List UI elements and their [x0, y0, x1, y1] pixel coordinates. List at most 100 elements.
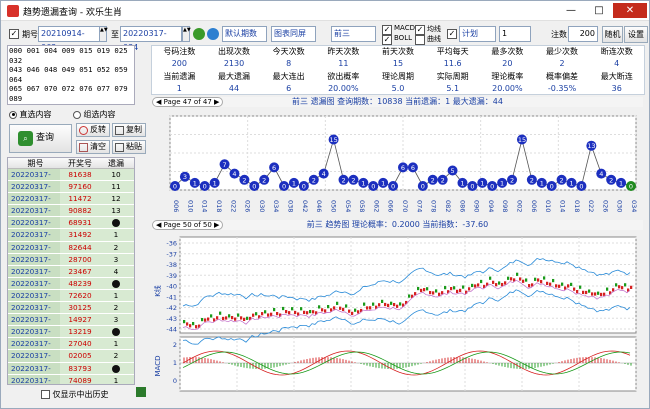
stat-cell: 实际周期 [436, 71, 469, 81]
history-row[interactable]: 20220317-018 97160 11 [8, 181, 134, 203]
stat-cell: 出现次数 [218, 47, 250, 56]
paste-button[interactable]: 粘贴 [112, 140, 146, 154]
minimize-button[interactable]: — [559, 3, 583, 18]
number-row: 090 092 093 097 100 101 102 104 [9, 104, 134, 105]
history-row[interactable]: 20220317-025 23467 4 [8, 265, 134, 288]
history-row[interactable]: 20220317-032 02005 2 [8, 350, 134, 372]
candle [204, 318, 207, 322]
x-tick-label: 002 [516, 200, 524, 212]
macd-tick-label: 2 [173, 341, 177, 349]
history-row[interactable]: 20220317-024 28700 3 [8, 253, 134, 276]
only-history-option[interactable]: 仅显示中出历史 [41, 389, 109, 400]
candle [219, 311, 222, 315]
copy-button[interactable]: 复制 [112, 123, 146, 137]
prev-icon[interactable] [193, 28, 205, 40]
curve-checkbox[interactable] [415, 35, 425, 45]
history-cell-miss: 1 [113, 230, 119, 240]
candle [333, 306, 336, 310]
history-cell-number: 14927 [68, 315, 92, 325]
invert-button[interactable]: 反转 [76, 123, 110, 137]
boll-checkbox[interactable]: ✓ [382, 35, 392, 45]
history-row[interactable]: 20220317-019 11472 12 [8, 193, 134, 215]
period-checkbox[interactable]: ✓ [9, 29, 19, 39]
history-row[interactable]: 20220317-030 13219 [8, 326, 134, 348]
clear-button[interactable]: 清空 [76, 140, 110, 154]
candle [384, 302, 387, 307]
history-row[interactable]: 20220317-020 90882 13 [8, 205, 134, 227]
candle [393, 302, 396, 307]
group-radio[interactable] [73, 110, 81, 119]
history-row[interactable]: 20220317-029 14927 3 [8, 314, 134, 336]
candle [345, 304, 348, 308]
history-row[interactable]: 20220317-034 74089 1 [8, 374, 134, 384]
candle [201, 317, 204, 322]
history-row[interactable]: 20220317-021 68931 [8, 217, 134, 239]
history-cell-period: 20220317-028 [8, 302, 60, 324]
plan-checkbox[interactable]: ✓ [447, 29, 457, 39]
settings-button[interactable]: 设置 [624, 26, 648, 43]
direct-option[interactable]: 直选内容 [9, 109, 52, 120]
candle [417, 286, 420, 291]
history-row[interactable]: 20220317-031 27040 1 [8, 338, 134, 360]
position-select[interactable]: 前三 [331, 26, 376, 42]
y-tick-label: -39 [166, 272, 177, 280]
note-input[interactable]: 200 [568, 26, 598, 42]
to-spinner[interactable]: ▲▼ [182, 26, 191, 42]
close-button[interactable]: ✕ [613, 3, 647, 18]
stats-row-1-values: 200 2130 8 11 15 11.6 20 2 4 [152, 58, 644, 70]
history-row[interactable]: 20220317-033 83793 [8, 362, 134, 384]
candle [480, 279, 483, 284]
candle [516, 272, 519, 276]
history-cell-period: 20220317-021 [8, 217, 60, 239]
to-period-input[interactable]: 20220317-034 [120, 26, 182, 52]
history-row[interactable]: 20220317-017 81638 10 [8, 169, 134, 191]
candle [339, 306, 342, 310]
query-icon: ⌕ [18, 131, 33, 146]
y-tick-label: -40 [166, 283, 177, 291]
history-row[interactable]: 20220317-026 48239 [8, 277, 134, 300]
maximize-button[interactable]: □ [587, 3, 611, 18]
stat-cell: 11 [338, 59, 349, 69]
boll-label: BOLL [394, 34, 412, 42]
candle [435, 289, 438, 293]
refresh-icon[interactable] [207, 28, 219, 40]
candle [612, 288, 615, 292]
numbers-textarea[interactable]: 000 001 004 009 015 019 025 032 043 046 0… [7, 45, 135, 105]
history-cell-number: 13219 [68, 327, 92, 337]
only-history-checkbox[interactable] [41, 390, 50, 399]
history-row[interactable]: 20220317-028 30125 2 [8, 302, 134, 324]
plan-number-input[interactable]: 1 [499, 26, 531, 42]
history-cell-period: 20220317-020 [8, 205, 60, 227]
random-button[interactable]: 随机 [602, 26, 623, 43]
history-cell-number: 11472 [68, 194, 92, 204]
history-row[interactable]: 20220317-027 72620 1 [8, 289, 134, 312]
candle [282, 306, 285, 311]
candle [573, 287, 576, 291]
miss-point-label: 4 [322, 170, 326, 178]
default-period-select[interactable]: 默认期数 [222, 26, 267, 42]
history-row[interactable]: 20220317-023 82644 2 [8, 241, 134, 264]
plan-select[interactable]: 计划 [459, 26, 496, 42]
x-tick-label: 046 [315, 200, 323, 212]
history-row[interactable]: 20220317-022 31492 1 [8, 229, 134, 251]
macd-checkbox[interactable]: ✓ [382, 25, 392, 35]
direct-radio[interactable] [9, 110, 17, 119]
history-cell-number: 68931 [68, 218, 92, 228]
avg-checkbox[interactable]: ✓ [415, 25, 425, 35]
from-period-input[interactable]: 20210914-063 [38, 26, 100, 52]
title-bar: 趋势遗漏查询 - 欢乐生肖 — □ ✕ [1, 1, 649, 21]
stat-cell: 理论周期 [382, 71, 415, 81]
excel-export-icon[interactable] [136, 387, 146, 397]
stat-cell: 理论概率 [491, 71, 524, 81]
group-option[interactable]: 组选内容 [73, 109, 116, 120]
history-cell-miss [100, 278, 132, 289]
query-button[interactable]: ⌕ 查询 [9, 124, 72, 153]
from-spinner[interactable]: ▲▼ [99, 26, 108, 42]
curve-label: 曲线 [427, 35, 441, 43]
miss-point-label: 0 [629, 183, 633, 191]
chart-view-select[interactable]: 图表同屏 [271, 26, 316, 42]
stat-cell: -0.35% [547, 84, 577, 94]
invert-label: 反转 [90, 125, 106, 134]
miss-point-label: 2 [351, 176, 355, 184]
miss-point-label: 1 [292, 179, 296, 187]
